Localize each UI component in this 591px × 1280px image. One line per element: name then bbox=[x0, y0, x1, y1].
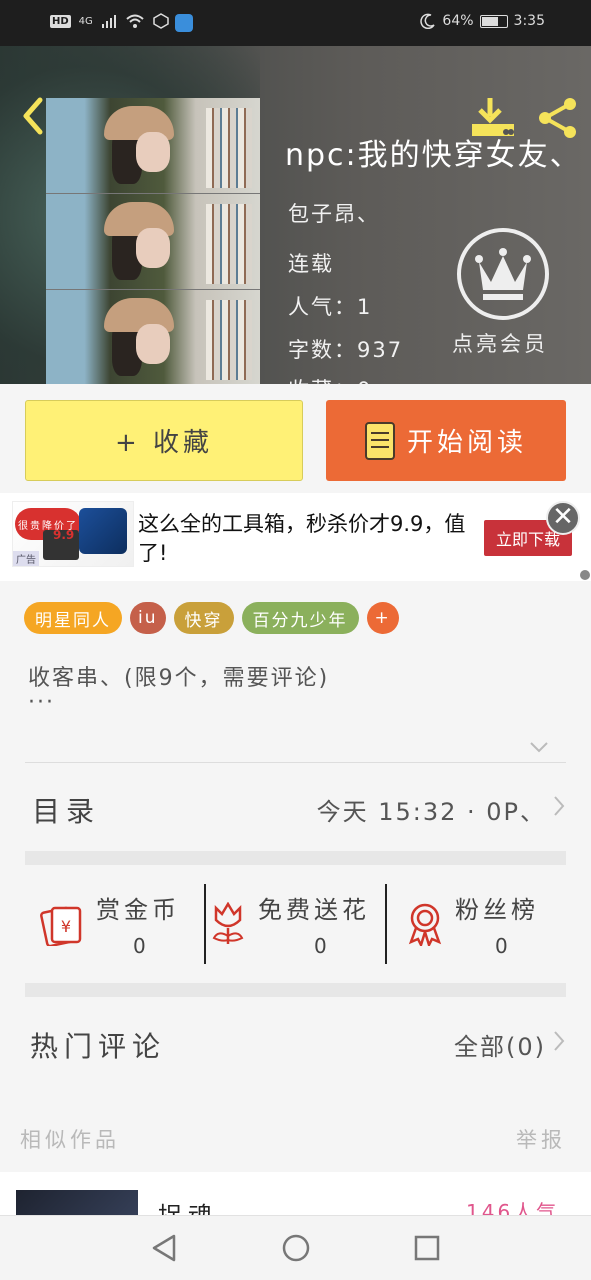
status-bar: HD 4G 64% 3:35 bbox=[0, 0, 591, 46]
book-author[interactable]: 包子昂、 bbox=[288, 198, 380, 228]
chevron-right-icon bbox=[554, 796, 565, 816]
report-link[interactable]: 举报 bbox=[516, 1124, 566, 1154]
stat-flower[interactable]: 免费送花 0 bbox=[210, 884, 384, 964]
signal-icon bbox=[101, 15, 116, 28]
tag-item[interactable]: 百分九少年 bbox=[241, 602, 359, 634]
battery-icon bbox=[479, 14, 508, 28]
catalog-row[interactable]: 目录 今天 15:32 · 0P、 bbox=[25, 770, 566, 846]
hot-comments-label: 热门评论 bbox=[30, 1030, 167, 1063]
expand-chevron-icon[interactable] bbox=[528, 736, 550, 758]
tag-list: 明星同人 iu 快穿 百分九少年 + bbox=[24, 602, 399, 634]
hot-comments-row[interactable]: 热门评论 全部(0) bbox=[25, 1005, 566, 1081]
stat-value: 0 bbox=[495, 934, 508, 958]
catalog-label: 目录 bbox=[32, 795, 101, 828]
flower-icon bbox=[212, 902, 244, 944]
book-word-count: 字数：937 bbox=[288, 338, 404, 362]
start-reading-button[interactable]: 开始阅读 bbox=[326, 400, 566, 481]
description-line: 收客串、(限9个，需要评论) bbox=[28, 666, 330, 691]
stat-value: 0 bbox=[133, 934, 146, 958]
ad-info-icon[interactable] bbox=[580, 570, 590, 580]
start-reading-label: 开始阅读 bbox=[406, 428, 527, 458]
tag-item[interactable]: 明星同人 bbox=[24, 602, 122, 634]
ad-image[interactable]: 很贵降价了 9.9 广告 bbox=[12, 501, 134, 567]
similar-works-label: 相似作品 bbox=[20, 1128, 120, 1152]
divider bbox=[25, 762, 566, 763]
add-favorite-button[interactable]: + 收藏 bbox=[25, 400, 303, 481]
stat-label: 免费送花 bbox=[258, 896, 370, 924]
book-cover[interactable] bbox=[46, 98, 260, 384]
section-divider bbox=[25, 851, 566, 865]
book-title: npc:我的快穿女友、 bbox=[285, 138, 582, 173]
vip-label[interactable]: 点亮会员 bbox=[452, 328, 548, 358]
wifi-icon bbox=[126, 14, 144, 28]
stat-fans[interactable]: 粉丝榜 0 bbox=[405, 884, 565, 964]
stat-separator bbox=[385, 884, 387, 964]
nav-home-icon[interactable] bbox=[281, 1233, 311, 1263]
crown-icon bbox=[475, 248, 531, 300]
back-arrow-icon[interactable] bbox=[18, 96, 48, 136]
stat-reward[interactable]: ¥ 赏金币 0 bbox=[40, 884, 200, 964]
vip-badge[interactable] bbox=[457, 228, 549, 320]
app-notification-icon bbox=[175, 14, 193, 32]
stat-separator bbox=[204, 884, 206, 964]
svg-text:¥: ¥ bbox=[61, 917, 71, 936]
book-status: 连载 bbox=[288, 252, 334, 276]
stat-label: 赏金币 bbox=[96, 896, 180, 924]
nav-back-icon[interactable] bbox=[150, 1233, 178, 1263]
battery-percent: 64% bbox=[442, 13, 474, 29]
system-nav-bar bbox=[0, 1215, 591, 1280]
ad-label: 广告 bbox=[13, 551, 39, 566]
stat-value: 0 bbox=[314, 934, 327, 958]
section-divider bbox=[25, 983, 566, 997]
medal-icon bbox=[408, 903, 442, 946]
add-tag-button[interactable]: + bbox=[366, 602, 399, 634]
nav-recents-icon[interactable] bbox=[413, 1234, 441, 1262]
hotspot-icon bbox=[153, 13, 169, 29]
ad-text[interactable]: 这么全的工具箱，秒杀价才9.9，值了! bbox=[138, 510, 478, 568]
book-icon bbox=[364, 421, 395, 460]
coin-envelope-icon: ¥ bbox=[40, 906, 82, 946]
stat-label: 粉丝榜 bbox=[455, 896, 539, 924]
network-label: 4G bbox=[78, 15, 93, 27]
book-popularity: 人气：1 bbox=[288, 295, 373, 319]
chevron-right-icon bbox=[554, 1031, 565, 1051]
catalog-latest: 今天 15:32 · 0P、 bbox=[316, 798, 546, 826]
ad-image-price: 9.9 bbox=[53, 528, 75, 542]
ad-close-icon[interactable]: ✕ bbox=[546, 501, 580, 535]
book-header: npc:我的快穿女友、 包子昂、 连载 人气：1 字数：937 收藏：0 点亮会… bbox=[0, 46, 591, 384]
tag-item[interactable]: 快穿 bbox=[173, 602, 234, 634]
book-description: 收客串、(限9个，需要评论) ··· bbox=[28, 664, 330, 715]
all-comments-link[interactable]: 全部(0) bbox=[454, 1027, 546, 1062]
moon-icon bbox=[420, 13, 436, 29]
clock: 3:35 bbox=[513, 13, 545, 29]
book-favorites: 收藏：0 bbox=[288, 374, 372, 384]
hd-badge: HD bbox=[50, 14, 71, 28]
tag-item[interactable]: iu bbox=[130, 602, 166, 634]
description-ellipsis: ··· bbox=[28, 690, 55, 715]
